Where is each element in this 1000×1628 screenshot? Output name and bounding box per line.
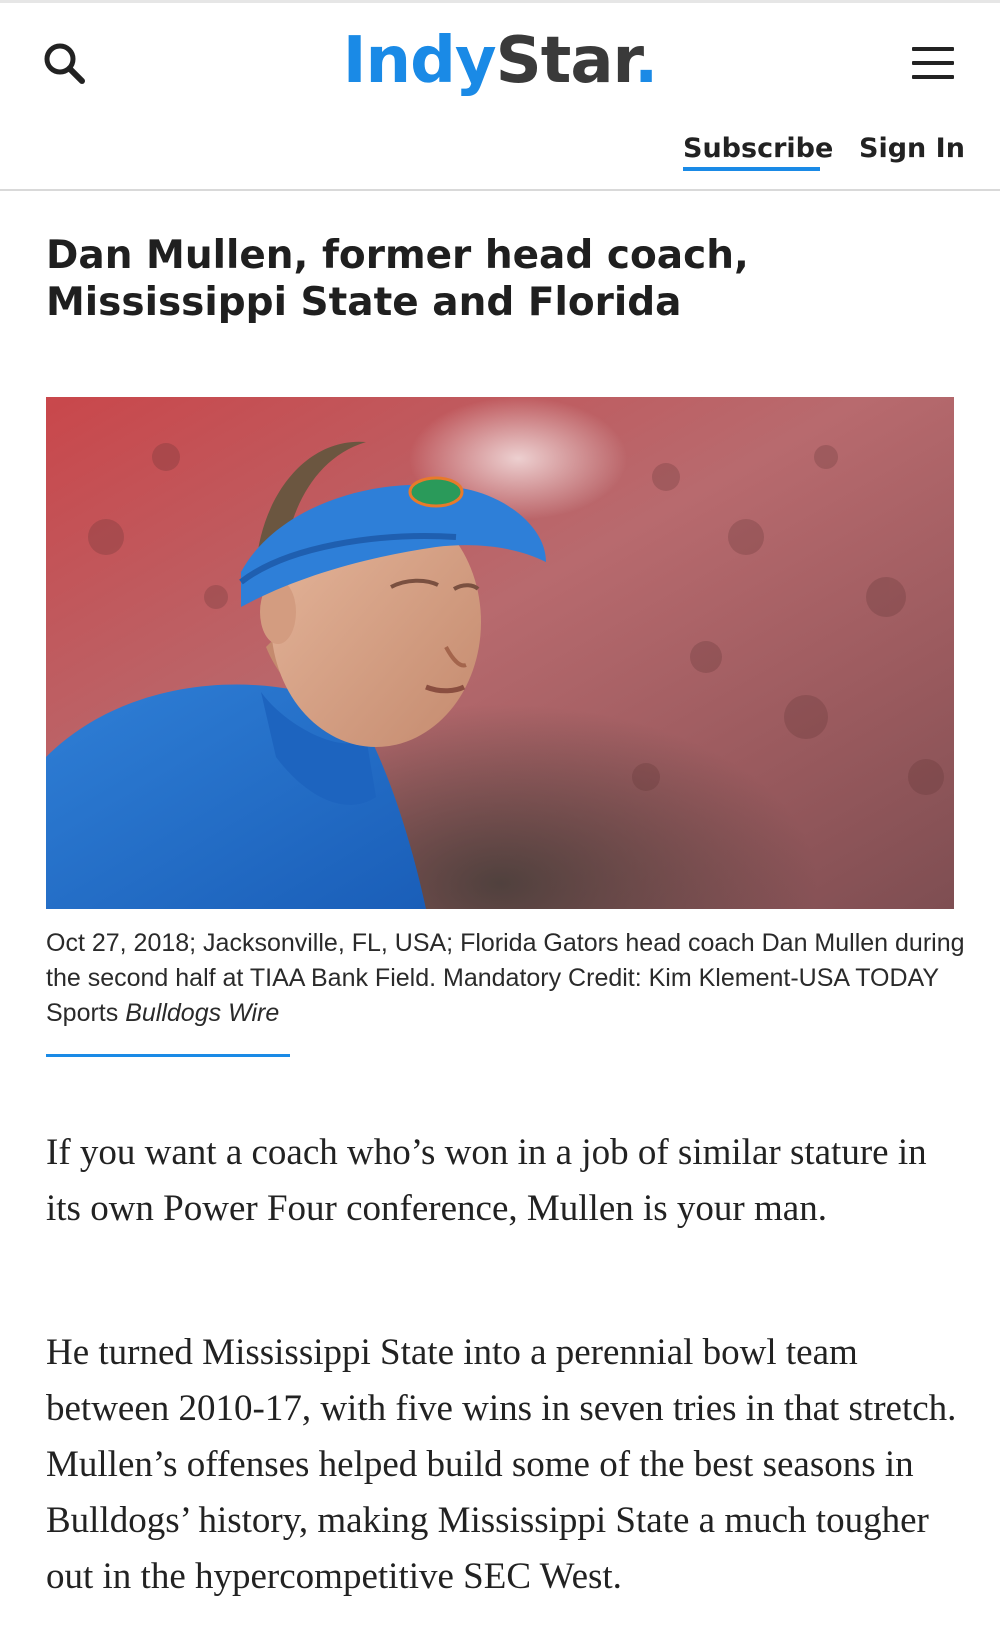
- caption-divider: [46, 1054, 290, 1057]
- logo-star: Star: [495, 24, 635, 98]
- photo-caption: Oct 27, 2018; Jacksonville, FL, USA; Flo…: [46, 926, 966, 1031]
- sign-in-link[interactable]: Sign In: [859, 131, 965, 167]
- subscribe-link[interactable]: Subscribe: [683, 131, 833, 167]
- article-paragraph-1: If you want a coach who’s won in a job o…: [46, 1132, 927, 1229]
- caption-source[interactable]: Bulldogs Wire: [125, 999, 279, 1027]
- subscribe-underline: [683, 167, 820, 171]
- article-paragraph-2: He turned Mississippi State into a peren…: [46, 1332, 957, 1597]
- site-logo[interactable]: IndyStar.: [0, 21, 1000, 101]
- logo-indy: Indy: [342, 24, 497, 98]
- article-headline: Dan Mullen, former head coach, Mississip…: [46, 233, 749, 325]
- site-header: IndyStar. Subscribe Sign In: [0, 3, 1000, 191]
- menu-button[interactable]: [910, 43, 956, 83]
- logo-dot: .: [633, 24, 658, 98]
- article-photo: [46, 397, 954, 909]
